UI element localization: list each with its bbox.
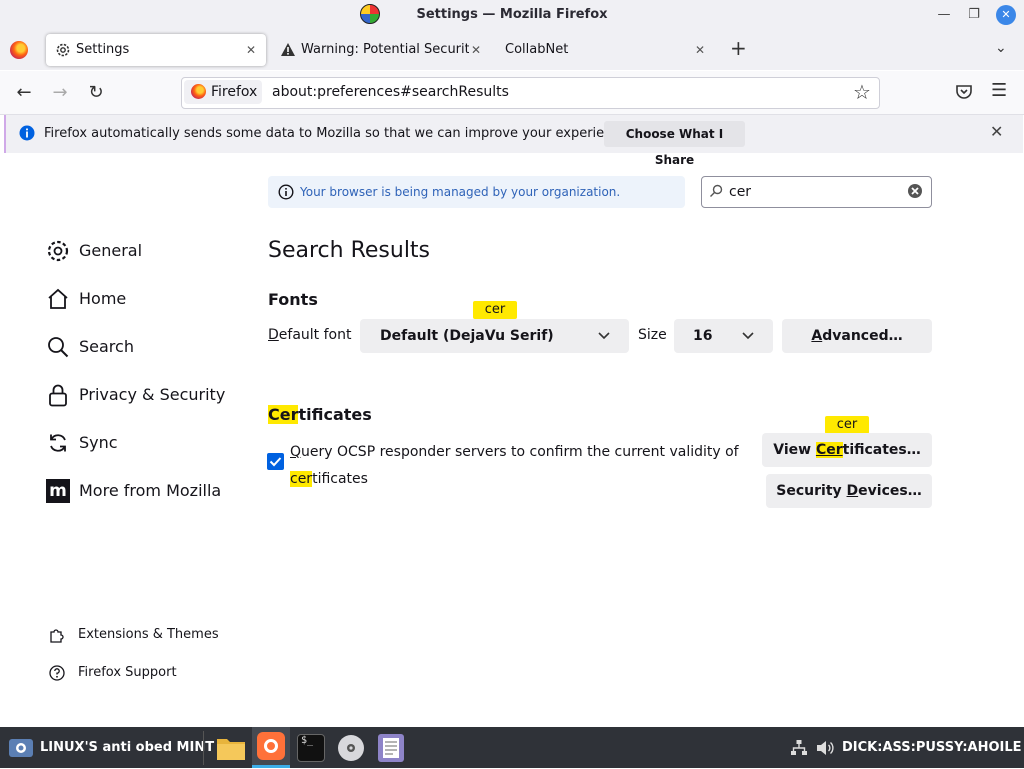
firefox-app-button[interactable] [252,727,290,768]
managed-link[interactable]: Your browser is being managed by your or… [300,176,620,208]
list-all-tabs-icon[interactable]: ⌄ [995,40,1007,56]
tab-label: Settings [76,42,130,57]
app-menu-icon[interactable]: ☰ [991,80,1007,101]
mozilla-icon: m [46,479,70,503]
pocket-icon[interactable] [955,84,973,100]
sidebar-item-label: More from Mozilla [79,481,222,500]
maximize-button[interactable]: ❐ [964,5,984,25]
sidebar-item-label: Home [79,289,127,308]
tab-close-button[interactable]: ✕ [246,34,256,66]
sidebar-footer-label: Extensions & Themes [78,627,219,642]
tab-label: Warning: Potential Security [301,42,469,57]
default-font-select[interactable]: Default (DejaVu Serif) [360,319,629,353]
home-icon [48,288,68,309]
sidebar-item-label: General [79,241,143,260]
new-tab-button[interactable]: + [730,36,747,60]
start-menu-label[interactable]: LINUX'S anti obed MINT [40,727,214,768]
identity-box[interactable]: Firefox [184,80,262,104]
firefox-icon [257,732,285,760]
search-icon [48,337,69,358]
gear-icon [47,240,69,262]
view-certificates-button[interactable]: View Certificates… [762,433,932,467]
identity-label: Firefox [211,84,258,100]
advanced-fonts-button[interactable]: Advanced… [782,319,932,353]
firefox-view-icon[interactable] [10,41,28,59]
disc-icon [338,735,364,761]
firefox-icon [191,84,206,99]
reload-button[interactable]: ↻ [83,80,109,106]
folder-icon [217,739,245,760]
search-icon [710,184,723,197]
volume-icon[interactable] [815,739,835,757]
chevron-down-icon [742,332,754,340]
font-size-select[interactable]: 16 [674,319,773,353]
back-button[interactable]: ← [11,80,37,106]
taskbar-separator [203,731,204,765]
tray-clock-text[interactable]: DICK:ASS:PUSSY:AHOILE [842,727,1022,768]
lock-icon [49,384,67,407]
default-font-label: Default font [268,327,352,343]
close-window-button[interactable]: ✕ [996,5,1016,25]
terminal-icon: $_ [297,734,325,762]
start-menu-icon[interactable] [8,736,34,758]
minimize-button[interactable]: — [934,5,954,25]
tab-collabnet[interactable]: CollabNet ✕ [495,34,715,66]
tab-label: CollabNet [505,42,569,57]
help-icon [49,665,65,681]
warning-icon [281,43,295,56]
bookmark-star-icon[interactable]: ☆ [853,80,871,104]
page-title: Search Results [268,238,431,263]
tab-close-button[interactable]: ✕ [471,34,481,66]
close-notification-icon[interactable]: ✕ [990,122,1003,141]
search-tooltip: cer [825,416,869,439]
tab-warning[interactable]: Warning: Potential Security ✕ [272,34,488,66]
search-value[interactable]: cer [729,176,751,208]
files-app-button[interactable] [214,731,248,765]
sidebar-item-label: Search [79,337,134,356]
chevron-down-icon [598,332,610,340]
certificates-heading: Certificates [268,405,372,424]
search-tooltip: cer [473,301,517,324]
choose-what-i-share-button[interactable]: Choose What I Share [604,121,745,167]
sidebar-footer-label: Firefox Support [78,665,177,680]
clear-search-icon[interactable] [907,183,923,199]
font-size-value: 16 [693,328,713,344]
text-editor-app-button[interactable] [374,731,408,765]
sidebar-item-label: Sync [79,433,118,452]
disc-app-button[interactable] [334,731,368,765]
forward-button[interactable]: → [47,80,73,106]
info-icon [19,125,35,141]
fonts-heading: Fonts [268,290,318,309]
notification-text: Firefox automatically sends some data to… [44,126,632,141]
ocsp-checkbox[interactable] [267,453,284,470]
gear-icon [56,43,70,57]
default-font-value: Default (DejaVu Serif) [380,328,554,344]
text-editor-icon [378,734,404,762]
puzzle-icon [50,629,64,643]
security-devices-button[interactable]: Security Devices… [766,474,932,508]
terminal-app-button[interactable]: $_ [294,731,328,765]
network-icon[interactable] [790,739,808,757]
sync-icon [50,434,66,452]
checkmark-icon [269,457,282,467]
ocsp-checkbox-label[interactable]: Query OCSP responder servers to confirm … [290,439,740,493]
tab-close-button[interactable]: ✕ [695,34,705,66]
tab-settings[interactable]: Settings ✕ [46,34,266,66]
url-text[interactable]: about:preferences#searchResults [272,77,509,107]
window-title: Settings — Mozilla Firefox [416,7,608,22]
size-label: Size [638,327,667,343]
sidebar-item-label: Privacy & Security [79,385,226,404]
info-icon [278,184,294,200]
